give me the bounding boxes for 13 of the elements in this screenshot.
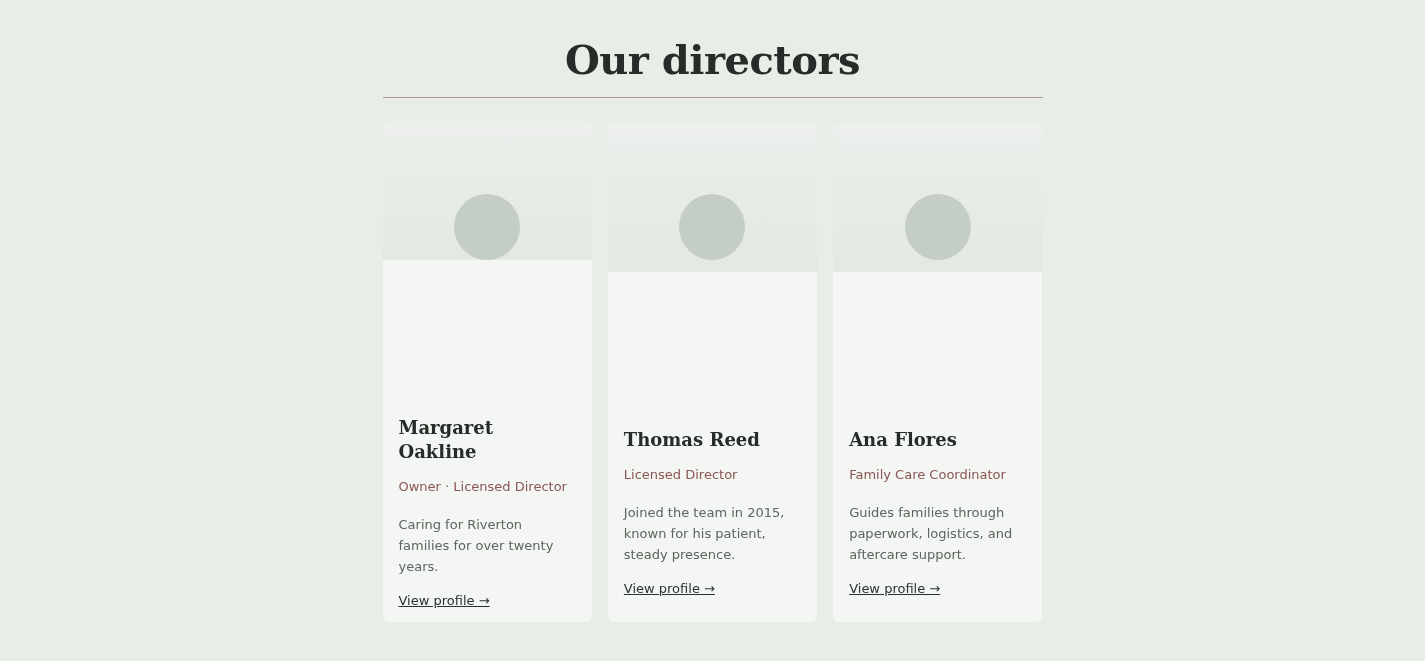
director-role: Owner · Licensed Director bbox=[398, 478, 567, 496]
director-role: Licensed Director bbox=[623, 466, 738, 484]
director-role: Family Care Coordinator bbox=[849, 466, 1006, 484]
view-profile-link[interactable]: View profile → bbox=[849, 579, 941, 599]
view-profile-link[interactable]: View profile → bbox=[398, 591, 490, 611]
director-name: Thomas Reed bbox=[623, 428, 760, 452]
director-name: Margaret Oakline bbox=[398, 416, 495, 464]
page-heading: Our directors bbox=[563, 35, 862, 85]
director-name: Ana Flores bbox=[849, 428, 957, 452]
view-profile-link[interactable]: View profile → bbox=[623, 579, 715, 599]
director-bio: Joined the team in 2015, known for his patient, steady presence. bbox=[623, 504, 786, 564]
director-bio: Guides families through paperwork, logistics, and aftercare support. bbox=[849, 504, 1014, 564]
director-bio: Caring for Riverton families for over twenty years. bbox=[398, 516, 555, 576]
